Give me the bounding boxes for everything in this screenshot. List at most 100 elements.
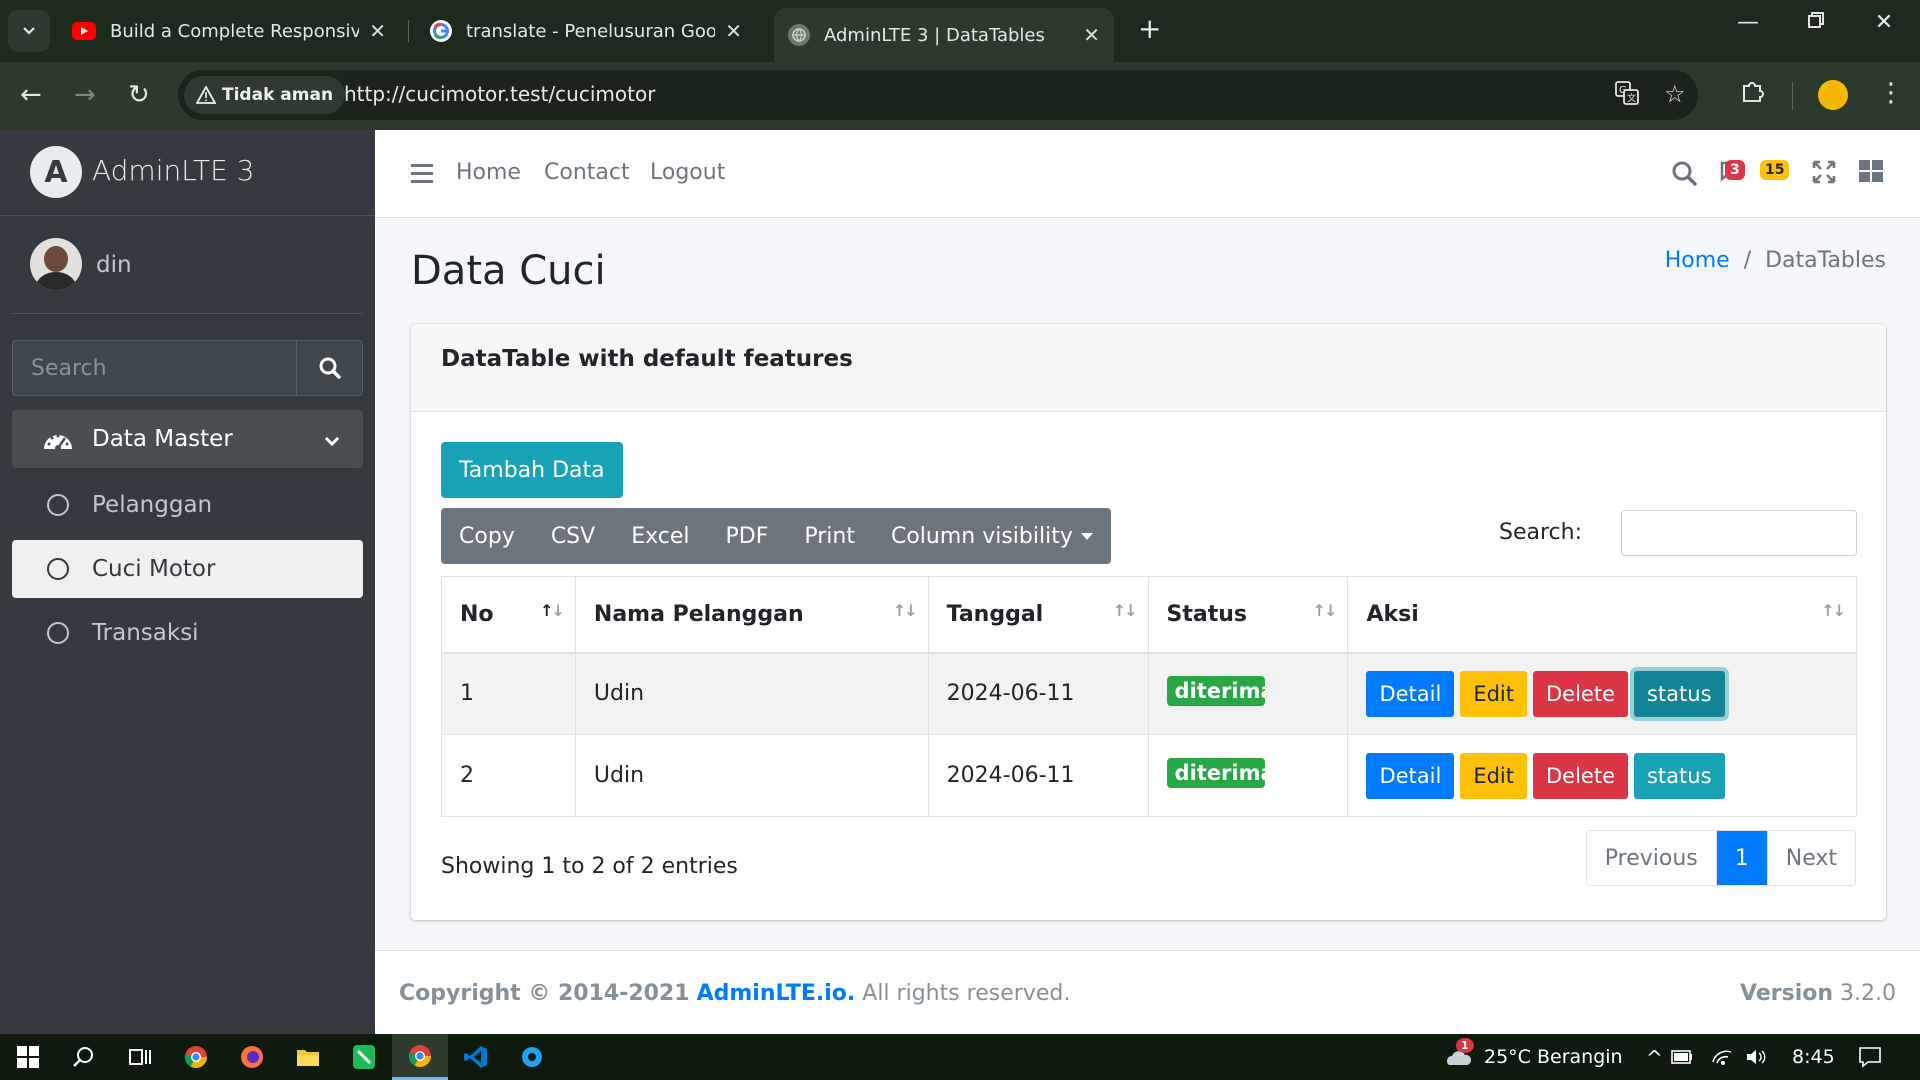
svg-text:文: 文 xyxy=(1627,92,1636,104)
sidebar-search-button[interactable] xyxy=(296,341,362,395)
star-bookmark-icon[interactable]: ☆ xyxy=(1664,80,1686,108)
translate-icon[interactable]: G文 xyxy=(1614,80,1640,112)
previous-page-button[interactable]: Previous xyxy=(1586,831,1716,885)
windows-start-icon[interactable] xyxy=(0,1034,56,1080)
table-header-row: No ↑↓ Nama Pelanggan ↑↓ Tanggal ↑↓ Status ↑↓… xyxy=(441,576,1857,654)
file-explorer-icon[interactable] xyxy=(280,1034,336,1080)
column-header-nama-pelanggan[interactable]: Nama Pelanggan ↑↓ xyxy=(574,576,929,654)
datatable-card: DataTable with default features Tambah D… xyxy=(411,324,1886,920)
topnav-contact-link[interactable]: Contact xyxy=(544,160,630,185)
column-header-no[interactable]: No ↑↓ xyxy=(441,576,576,654)
user-panel: din xyxy=(12,216,363,314)
excel-button[interactable]: Excel xyxy=(613,508,707,564)
chrome-icon[interactable] xyxy=(168,1034,224,1080)
close-icon[interactable]: ✕ xyxy=(725,19,742,43)
close-icon[interactable]: ✕ xyxy=(1083,23,1100,47)
security-chip[interactable]: Tidak aman xyxy=(184,76,346,114)
search-icon[interactable] xyxy=(1671,160,1697,190)
taskbar: 1 25°C Berangin ^ 8:45 xyxy=(0,1034,1920,1080)
circle-icon xyxy=(47,494,69,516)
circle-icon xyxy=(47,622,69,644)
pdf-button[interactable]: PDF xyxy=(707,508,786,564)
copy-button[interactable]: Copy xyxy=(441,508,533,564)
back-arrow-icon[interactable]: ← xyxy=(20,80,42,110)
browser-tab-bar: Build a Complete Responsive Pe ✕ transla… xyxy=(0,0,1920,62)
firefox-icon[interactable] xyxy=(224,1034,280,1080)
breadcrumb-home-link[interactable]: Home xyxy=(1665,248,1730,273)
address-bar[interactable]: Tidak aman http://cucimotor.test/cucimot… xyxy=(178,70,1698,120)
reload-icon[interactable]: ↻ xyxy=(128,80,150,110)
status-button[interactable]: status xyxy=(1633,752,1725,799)
footer-brand-link[interactable]: AdminLTE.io. xyxy=(697,981,856,1006)
volume-icon[interactable] xyxy=(1736,1034,1776,1080)
next-page-button[interactable]: Next xyxy=(1766,831,1855,885)
column-header-aksi[interactable]: Aksi ↑↓ xyxy=(1347,576,1857,654)
tab-title: AdminLTE 3 | DataTables xyxy=(824,24,1045,46)
detail-button[interactable]: Detail xyxy=(1366,670,1455,717)
close-icon[interactable]: ✕ xyxy=(369,19,386,43)
sidebar-item-cuci-motor[interactable]: Cuci Motor xyxy=(12,540,363,598)
delete-button[interactable]: Delete xyxy=(1532,670,1628,717)
edit-button[interactable]: Edit xyxy=(1460,752,1527,799)
more-vert-icon[interactable]: ⋮ xyxy=(1878,78,1904,108)
restore-icon[interactable] xyxy=(1796,10,1836,35)
new-tab-plus-icon[interactable]: + xyxy=(1138,12,1161,45)
notification-center-icon[interactable] xyxy=(1842,1034,1898,1080)
status-badge: diterima xyxy=(1166,675,1265,706)
google-icon xyxy=(430,20,452,42)
profile-avatar[interactable] xyxy=(1818,80,1848,110)
sidebar-item-data-master[interactable]: Data Master xyxy=(12,410,363,468)
browser-tab-adminlte[interactable]: AdminLTE 3 | DataTables ✕ xyxy=(774,8,1114,62)
browser-tab-youtube[interactable]: Build a Complete Responsive Pe ✕ xyxy=(58,8,400,54)
task-view-icon[interactable] xyxy=(112,1034,168,1080)
csv-button[interactable]: CSV xyxy=(533,508,613,564)
topnav-home-link[interactable]: Home xyxy=(456,160,521,185)
sidebar-item-label: Pelanggan xyxy=(92,492,213,518)
forward-arrow-icon[interactable]: → xyxy=(74,80,96,110)
column-visibility-button[interactable]: Column visibility xyxy=(873,508,1111,564)
brand-link[interactable]: A AdminLTE 3 xyxy=(0,130,375,216)
print-button[interactable]: Print xyxy=(786,508,873,564)
warning-triangle-icon xyxy=(196,86,216,104)
close-window-icon[interactable]: ✕ xyxy=(1864,10,1904,35)
topnav-logout-link[interactable]: Logout xyxy=(650,160,725,185)
user-name[interactable]: din xyxy=(96,252,132,278)
cell-tanggal: 2024-06-11 xyxy=(927,652,1149,735)
sidebar-item-transaksi[interactable]: Transaksi xyxy=(12,604,363,662)
app-blue-icon[interactable] xyxy=(504,1034,560,1080)
status-button[interactable]: status xyxy=(1633,670,1725,717)
detail-button[interactable]: Detail xyxy=(1366,752,1455,799)
tambah-data-button[interactable]: Tambah Data xyxy=(441,442,623,498)
vscode-icon[interactable] xyxy=(448,1034,504,1080)
column-header-status[interactable]: Status ↑↓ xyxy=(1147,576,1349,654)
hamburger-menu-icon[interactable] xyxy=(411,164,433,188)
app-green-icon[interactable] xyxy=(336,1034,392,1080)
page-1-button[interactable]: 1 xyxy=(1715,831,1767,885)
breadcrumb-separator: / xyxy=(1743,248,1752,273)
weather-text[interactable]: 25°C Berangin xyxy=(1484,1046,1623,1068)
minimize-icon[interactable]: — xyxy=(1728,10,1768,35)
grid-apps-icon[interactable] xyxy=(1859,160,1883,186)
export-button-group: Copy CSV Excel PDF Print Column visibili… xyxy=(441,508,1111,564)
avatar[interactable] xyxy=(30,238,82,290)
extensions-puzzle-icon[interactable] xyxy=(1740,78,1766,111)
chrome-active-icon[interactable] xyxy=(392,1034,448,1080)
sidebar-item-pelanggan[interactable]: Pelanggan xyxy=(12,476,363,534)
url-text[interactable]: http://cucimotor.test/cucimotor xyxy=(344,82,655,106)
browser-tab-google[interactable]: translate - Penelusuran Google ✕ xyxy=(416,8,756,54)
column-header-tanggal[interactable]: Tanggal ↑↓ xyxy=(927,576,1149,654)
tachometer-icon xyxy=(40,427,76,451)
tab-search-button[interactable] xyxy=(8,10,50,52)
delete-button[interactable]: Delete xyxy=(1532,752,1628,799)
battery-icon[interactable] xyxy=(1660,1034,1704,1080)
globe-icon xyxy=(788,24,810,46)
sidebar-item-label: Transaksi xyxy=(92,620,199,646)
clock-time[interactable]: 8:45 xyxy=(1792,1046,1835,1068)
tab-title: translate - Penelusuran Google xyxy=(466,20,716,42)
fullscreen-icon[interactable] xyxy=(1812,160,1836,188)
table-row: 1 Udin 2024-06-11 diterima DetailEditDel… xyxy=(441,652,1857,735)
edit-button[interactable]: Edit xyxy=(1460,670,1527,717)
table-search-input[interactable] xyxy=(1621,510,1857,556)
search-icon[interactable] xyxy=(56,1034,112,1080)
sidebar-search-input[interactable] xyxy=(13,341,296,395)
